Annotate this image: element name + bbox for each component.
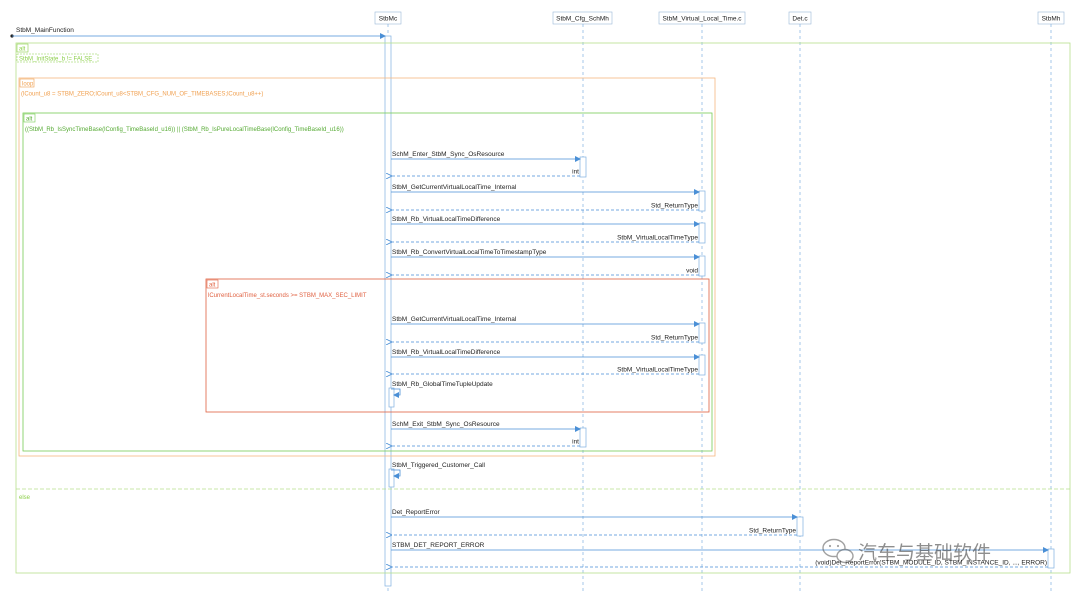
message-label: SchM_Exit_StbM_Sync_OsResource xyxy=(392,421,500,428)
message-label: STBM_DET_REPORT_ERROR xyxy=(392,542,485,549)
message-label: StbM_Rb_GlobalTimeTupleUpdate xyxy=(392,381,493,388)
participant-label: StbMc xyxy=(379,16,398,23)
message-get-vlt-1: StbM_GetCurrentVirtualLocalTime_Internal… xyxy=(391,184,700,210)
return-label: Std_ReturnType xyxy=(749,528,796,535)
frame-tag: alt xyxy=(19,47,26,53)
return-label: StbM_VirtualLocalTimeType xyxy=(617,367,698,374)
message-label: StbM_GetCurrentVirtualLocalTime_Internal xyxy=(392,316,517,323)
participant-stbmc: StbMc xyxy=(374,11,402,25)
frame-tag: alt xyxy=(209,283,216,289)
frame-tag: loop xyxy=(22,82,34,88)
activation-vlt xyxy=(698,354,706,376)
return-label: int xyxy=(572,169,579,176)
message-label: Det_ReportError xyxy=(392,509,441,516)
message-label: StbM_Rb_VirtualLocalTimeDifference xyxy=(392,216,501,223)
participant-label: Det.c xyxy=(792,16,808,23)
activation-vlt xyxy=(698,255,706,277)
message-label: SchM_Enter_StbM_Sync_OsResource xyxy=(392,151,505,158)
participant-det: Det.c xyxy=(788,11,812,25)
activation-vlt xyxy=(698,222,706,244)
message-global-time-tuple-update: StbM_Rb_GlobalTimeTupleUpdate xyxy=(391,381,493,398)
return-label: int xyxy=(572,439,579,446)
watermark: 汽车与基础软件 xyxy=(822,538,991,564)
message-label: StbM_Triggered_Customer_Call xyxy=(392,462,486,469)
activation-det xyxy=(796,516,804,537)
activation-cfg xyxy=(579,427,587,448)
message-triggered-customer-call: StbM_Triggered_Customer_Call xyxy=(391,462,486,479)
activation-vlt xyxy=(698,322,706,344)
message-label: StbM_Rb_ConvertVirtualLocalTimeToTimesta… xyxy=(392,249,547,256)
frame-condition: ((StbM_Rb_IsSyncTimeBase(lConfig_TimeBas… xyxy=(25,127,344,133)
return-label: void xyxy=(686,268,698,275)
frame-condition: (lCount_u8 = STBM_ZERO;lCount_u8<STBM_CF… xyxy=(21,92,263,98)
message-label: StbM_Rb_VirtualLocalTimeDifference xyxy=(392,349,501,356)
return-label: Std_ReturnType xyxy=(651,203,698,210)
frame-else-tag: else xyxy=(19,495,31,501)
activation-cfg xyxy=(579,156,587,178)
participant-vlt: StbM_Virtual_Local_Time.c xyxy=(658,11,746,25)
frame-alt-limit: alt lCurrentLocalTime_st.seconds >= STBM… xyxy=(205,278,710,413)
message-get-vlt-2: StbM_GetCurrentVirtualLocalTime_Internal… xyxy=(391,316,700,342)
message-schm-enter: SchM_Enter_StbM_Sync_OsResource int xyxy=(391,151,581,176)
message-vlt-diff-1: StbM_Rb_VirtualLocalTimeDifference StbM_… xyxy=(391,216,700,242)
return-label: StbM_VirtualLocalTimeType xyxy=(617,235,698,242)
participant-stbmh: StbMh xyxy=(1037,11,1065,25)
participant-label: StbM_Cfg_SchMh xyxy=(556,16,609,23)
return-label: Std_ReturnType xyxy=(651,335,698,342)
activation-self xyxy=(388,387,395,408)
entry-message: StbM_MainFunction xyxy=(10,27,386,39)
participant-cfg: StbM_Cfg_SchMh xyxy=(552,11,613,25)
sequence-diagram: StbMc StbM_Cfg_SchMh StbM_Virtual_Local_… xyxy=(10,11,1071,592)
watermark-text: 汽车与基础软件 xyxy=(858,542,991,564)
frame-loop: loop (lCount_u8 = STBM_ZERO;lCount_u8<ST… xyxy=(18,77,716,457)
message-schm-exit: SchM_Exit_StbM_Sync_OsResource int xyxy=(391,421,581,446)
frame-condition: lCurrentLocalTime_st.seconds >= STBM_MAX… xyxy=(208,293,367,299)
participant-label: StbM_Virtual_Local_Time.c xyxy=(662,16,742,23)
message-det-report-error: Det_ReportError Std_ReturnType xyxy=(391,509,798,535)
entry-label: StbM_MainFunction xyxy=(16,27,74,34)
message-convert-vlt: StbM_Rb_ConvertVirtualLocalTimeToTimesta… xyxy=(391,249,700,275)
activation-self xyxy=(388,468,395,488)
frame-condition: StbM_InitState_b != FALSE xyxy=(19,57,92,63)
activation-stbmh xyxy=(1047,548,1055,569)
frame-tag: alt xyxy=(26,117,33,123)
message-vlt-diff-2: StbM_Rb_VirtualLocalTimeDifference StbM_… xyxy=(391,349,700,374)
participant-label: StbMh xyxy=(1042,16,1061,23)
activation-vlt xyxy=(698,190,706,212)
message-label: StbM_GetCurrentVirtualLocalTime_Internal xyxy=(392,184,517,191)
frame-alt-outer: alt StbM_InitState_b != FALSE else xyxy=(15,42,1071,574)
activation-stbmc xyxy=(384,35,392,587)
frame-alt-inner: alt ((StbM_Rb_IsSyncTimeBase(lConfig_Tim… xyxy=(22,112,713,452)
